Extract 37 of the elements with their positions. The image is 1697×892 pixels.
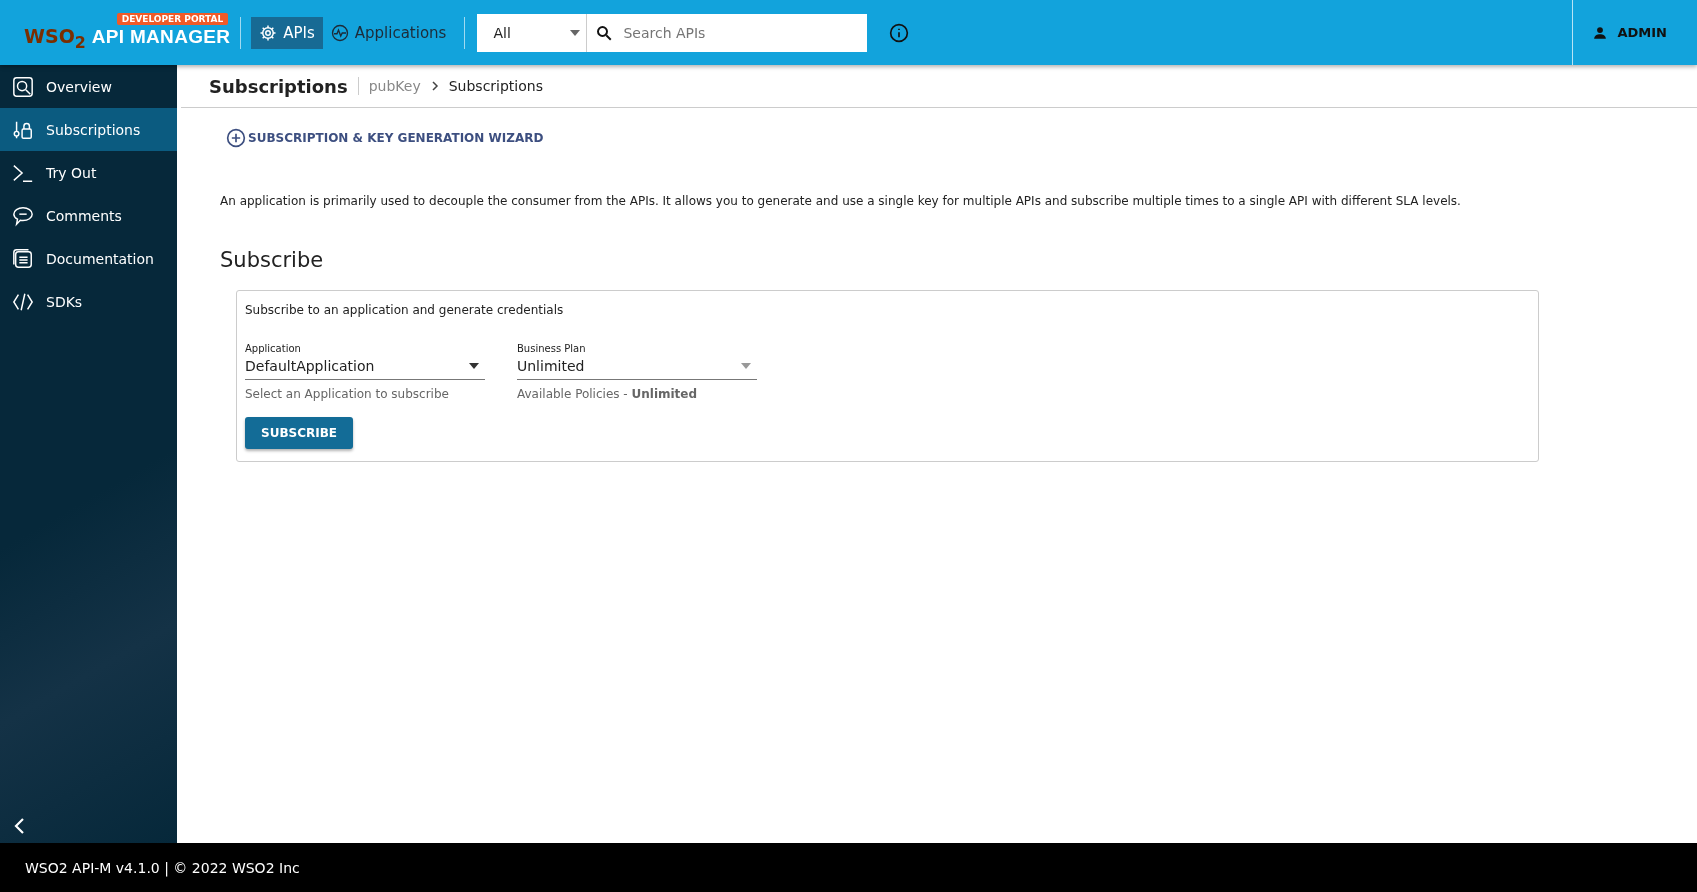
field-label: Application — [245, 343, 302, 354]
nav-tab[interactable]: APIs — [251, 16, 323, 49]
card-intro-text: Subscribe to an application and generate credentials — [245, 303, 565, 317]
nav-tab[interactable]: Applications — [322, 16, 455, 49]
select-field[interactable]: DefaultApplication — [245, 354, 485, 380]
developer-portal-badge: DEVELOPER PORTAL — [116, 13, 229, 26]
info-icon[interactable] — [889, 22, 910, 43]
sidebar-item[interactable]: Comments — [0, 194, 177, 237]
speech-bubble-icon — [12, 204, 34, 227]
field-label: Business Plan — [517, 343, 587, 354]
magnifier-icon — [12, 75, 34, 98]
document-icon — [12, 247, 34, 270]
footer-text: WSO2 API-M v4.1.0 | © 2022 WSO2 Inc — [0, 843, 1697, 892]
chevron-left-icon[interactable] — [12, 817, 26, 835]
sidebar-item[interactable]: SDKs — [0, 280, 177, 323]
user-menu[interactable]: ADMIN — [1572, 0, 1697, 65]
description-text: An application is primarily used to decouple the consumer from the APIs. It allows you to generate and use a single key for multiple APIs and subscribe multiple times to a single API with different SLA levels. — [220, 194, 1462, 208]
breadcrumb-link[interactable]: pubKey — [368, 78, 421, 94]
sidebar-item[interactable]: Overview — [0, 65, 177, 108]
plus-circle-icon — [226, 128, 246, 148]
gear-icon — [259, 23, 278, 42]
caret-icon — [570, 29, 581, 36]
page-title: Subscriptions — [209, 75, 348, 97]
person-icon — [1593, 25, 1608, 40]
breadcrumb-current: Subscriptions — [448, 78, 543, 94]
subscribe-button[interactable]: SUBSCRIBE — [245, 417, 354, 449]
pulse-icon — [330, 23, 349, 42]
helper-text: Select an Application to subscribe — [245, 387, 450, 401]
sidebar-item[interactable]: Try Out — [0, 151, 177, 194]
section-title: Subscribe — [220, 248, 325, 272]
sidebar-item[interactable]: Subscriptions — [0, 108, 177, 151]
sidebar-item[interactable]: Documentation — [0, 237, 177, 280]
helper-text: Available Policies - Unlimited — [517, 387, 699, 401]
search-field[interactable]: Search APIs — [587, 13, 868, 52]
wizard-link[interactable]: SUBSCRIPTION & KEY GENERATION WIZARD — [220, 128, 544, 148]
search-scope-dropdown[interactable]: All — [477, 13, 588, 52]
chevron-right-icon — [430, 81, 439, 91]
